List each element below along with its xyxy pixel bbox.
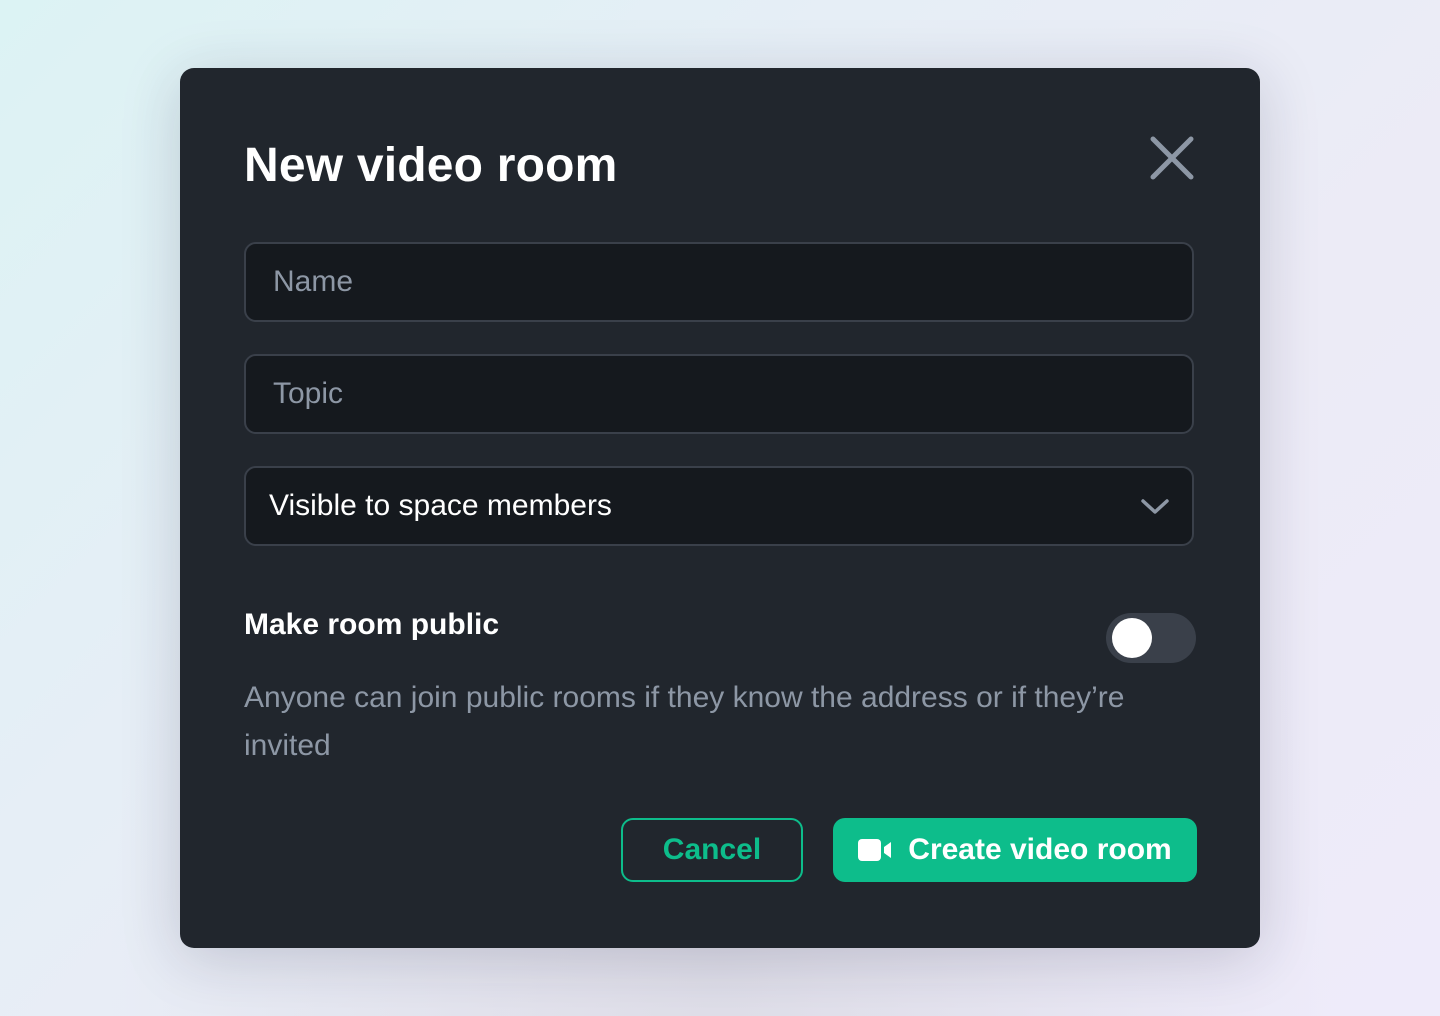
create-video-room-button[interactable]: Create video room <box>833 818 1197 882</box>
cancel-button[interactable]: Cancel <box>621 818 803 882</box>
make-public-description: Anyone can join public rooms if they kno… <box>244 681 1125 762</box>
visibility-select[interactable]: Visible to space members <box>244 466 1194 546</box>
close-icon <box>1150 136 1194 180</box>
name-input[interactable] <box>246 244 1192 320</box>
cancel-button-label: Cancel <box>662 833 762 866</box>
name-field <box>244 242 1194 322</box>
create-video-room-label: Create video room <box>908 833 1172 866</box>
topic-field <box>244 354 1194 434</box>
video-camera-icon <box>858 839 892 861</box>
make-public-label: Make room public <box>244 608 500 641</box>
dialog-title: New video room <box>244 139 618 192</box>
make-public-toggle[interactable] <box>1106 613 1196 663</box>
visibility-selected-value: Visible to space members <box>269 489 612 522</box>
toggle-knob <box>1112 618 1152 658</box>
chevron-down-icon <box>1141 499 1169 514</box>
new-video-room-dialog: New video room Visible to space members … <box>180 68 1260 948</box>
close-button[interactable] <box>1146 132 1198 184</box>
topic-input[interactable] <box>246 356 1192 432</box>
